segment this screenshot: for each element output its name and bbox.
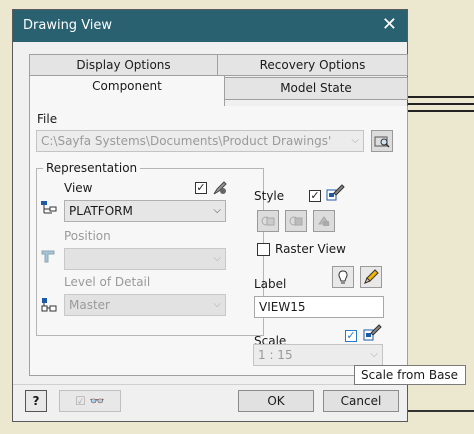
hidden-line-button[interactable] xyxy=(257,210,279,232)
pencil-icon xyxy=(364,269,379,284)
position-rep-icon xyxy=(39,246,59,266)
background-drawing-line xyxy=(400,410,474,412)
file-path-value: C:\Sayfa Systems\Documents\Product Drawi… xyxy=(41,134,332,148)
scale-from-base-tooltip: Scale from Base xyxy=(354,365,466,385)
tab-model-state[interactable]: Model State xyxy=(224,77,408,100)
tab-component[interactable]: Component xyxy=(29,75,225,106)
view-value: PLATFORM xyxy=(69,204,133,218)
view-label-value: VIEW15 xyxy=(259,300,306,314)
level-of-detail-dropdown[interactable]: Master ⌵ xyxy=(64,294,226,316)
style-label: Style xyxy=(254,189,285,203)
label-label: Label xyxy=(254,277,287,291)
component-panel: File C:\Sayfa Systems\Documents\Product … xyxy=(29,106,408,376)
dialog-title: Drawing View xyxy=(23,18,113,33)
check-icon: ✓ xyxy=(310,189,320,202)
view-label: View xyxy=(64,181,93,195)
representation-group: Representation View ✓ PLATFORM ⌵ Positio… xyxy=(36,161,264,336)
title-bar[interactable]: Drawing View ✕ xyxy=(13,10,407,42)
level-of-detail-label: Level of Detail xyxy=(64,275,151,289)
bulb-icon xyxy=(338,270,348,284)
check-icon: ✓ xyxy=(346,329,356,342)
label-visibility-button[interactable] xyxy=(332,266,354,288)
scale-from-base-icon[interactable] xyxy=(361,322,383,344)
close-icon[interactable]: ✕ xyxy=(382,15,397,35)
tab-recovery-options[interactable]: Recovery Options xyxy=(217,54,408,76)
tab-display-options[interactable]: Display Options xyxy=(29,54,218,76)
scale-value: 1 : 15 xyxy=(258,348,293,362)
view-label-input[interactable]: VIEW15 xyxy=(254,296,384,318)
file-label: File xyxy=(37,112,58,126)
view-dropdown[interactable]: PLATFORM ⌵ xyxy=(64,200,226,222)
help-button[interactable]: ? xyxy=(25,390,47,412)
hidden-line-icon xyxy=(261,216,275,226)
shaded-button[interactable] xyxy=(313,210,335,232)
check-icon: ☑ xyxy=(75,394,86,408)
hidden-line-removed-icon xyxy=(289,216,303,226)
drawing-view-dialog: Drawing View ✕ Display Options Recovery … xyxy=(12,9,408,422)
level-of-detail-value: Master xyxy=(69,298,110,312)
folder-search-icon xyxy=(374,136,390,148)
check-icon: ✓ xyxy=(196,181,206,194)
edit-label-button[interactable] xyxy=(360,266,382,288)
hidden-line-removed-button[interactable] xyxy=(285,210,307,232)
preview-toggle[interactable]: ☑ 👓 xyxy=(59,390,121,412)
browse-file-button[interactable] xyxy=(371,130,393,152)
style-from-base-icon[interactable] xyxy=(324,182,346,204)
help-icon: ? xyxy=(32,394,40,408)
chevron-down-icon: ⌵ xyxy=(370,349,378,360)
file-path-combo[interactable]: C:\Sayfa Systems\Documents\Product Drawi… xyxy=(36,130,364,152)
scale-combo[interactable]: 1 : 15 ⌵ xyxy=(253,344,383,366)
level-of-detail-icon xyxy=(39,294,59,314)
chevron-down-icon: ⌵ xyxy=(351,135,359,146)
pencil-pin-icon[interactable] xyxy=(211,179,229,197)
cancel-button[interactable]: Cancel xyxy=(323,390,399,412)
position-dropdown[interactable]: ⌵ xyxy=(64,248,226,270)
background-drawing-lines xyxy=(408,96,474,124)
style-checkbox[interactable]: ✓ xyxy=(309,190,321,202)
raster-view-checkbox[interactable] xyxy=(257,243,270,256)
ok-button[interactable]: OK xyxy=(238,390,314,412)
footer-separator xyxy=(13,384,407,385)
chevron-down-icon: ⌵ xyxy=(213,253,221,264)
raster-view-label: Raster View xyxy=(275,242,346,256)
view-checkbox[interactable]: ✓ xyxy=(195,182,207,194)
view-rep-icon xyxy=(39,197,59,217)
shaded-icon xyxy=(318,216,330,226)
chevron-down-icon: ⌵ xyxy=(213,205,221,216)
chevron-down-icon: ⌵ xyxy=(213,299,221,310)
representation-title: Representation xyxy=(43,161,141,175)
position-label: Position xyxy=(64,229,111,243)
glasses-icon: 👓 xyxy=(89,394,105,408)
scale-from-base-checkbox[interactable]: ✓ xyxy=(345,330,357,342)
